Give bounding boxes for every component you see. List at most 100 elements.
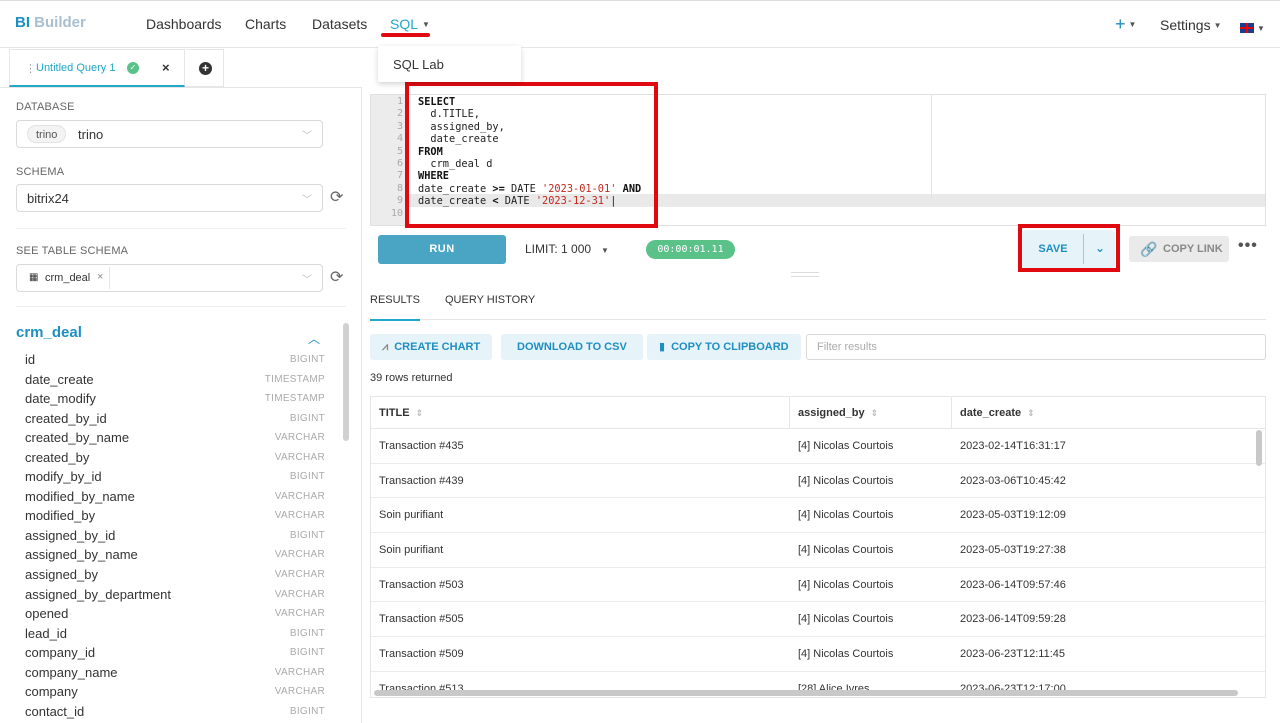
table-cell: Transaction #435 xyxy=(379,440,464,452)
column-header-title[interactable]: TITLE ⇕ xyxy=(379,407,423,419)
column-name: date_modify xyxy=(25,391,96,407)
editor-divider xyxy=(931,95,932,199)
column-list: id BIGINT date_create TIMESTAMP date_modify T… xyxy=(25,350,325,721)
scrollbar[interactable] xyxy=(343,323,349,441)
column-item[interactable]: date_modify TIMESTAMP xyxy=(25,389,325,409)
horizontal-scrollbar[interactable] xyxy=(374,690,1238,696)
table-row[interactable]: Transaction #503 [4] Nicolas Courtois 2023… xyxy=(371,568,1265,603)
tab-untitled-query[interactable]: ⋮ Untitled Query 1 ✓ × xyxy=(9,49,185,87)
nav-sql[interactable]: SQL ▼ xyxy=(390,16,430,32)
column-name: modify_by_id xyxy=(25,469,102,485)
column-item[interactable]: contact_id BIGINT xyxy=(25,702,325,722)
column-item[interactable]: modified_by_name VARCHAR xyxy=(25,487,325,507)
column-item[interactable]: company_id BIGINT xyxy=(25,643,325,663)
table-row[interactable]: Transaction #439 [4] Nicolas Courtois 2023… xyxy=(371,464,1265,499)
refresh-schema-icon[interactable]: ⟳ xyxy=(330,187,343,207)
vertical-scrollbar[interactable] xyxy=(1256,430,1262,466)
app-logo[interactable]: BI Builder xyxy=(15,14,86,31)
table-cell: Transaction #439 xyxy=(379,474,464,487)
column-header-assigned-by[interactable]: assigned_by ⇕ xyxy=(798,407,878,419)
more-options-icon[interactable]: ••• xyxy=(1238,237,1258,255)
save-highlight-box xyxy=(1018,224,1120,272)
column-item[interactable]: opened VARCHAR xyxy=(25,604,325,624)
column-item[interactable]: modify_by_id BIGINT xyxy=(25,467,325,487)
query-timer: 00:00:01.11 xyxy=(646,240,735,259)
run-button[interactable]: RUN xyxy=(378,235,506,264)
copy-clipboard-button[interactable]: ▮ COPY TO CLIPBOARD xyxy=(647,334,801,360)
result-tabs: RESULTS QUERY HISTORY xyxy=(370,286,1266,321)
schema-select[interactable]: bitrix24 ﹀ xyxy=(16,184,323,212)
divider xyxy=(951,397,952,429)
language-selector[interactable]: ▼ xyxy=(1240,19,1265,37)
column-item[interactable]: assigned_by_name VARCHAR xyxy=(25,545,325,565)
database-select[interactable]: trino trino ﹀ xyxy=(16,120,323,148)
table-row[interactable]: Transaction #509 [4] Nicolas Courtois 2023… xyxy=(371,637,1265,672)
column-item[interactable]: company_name VARCHAR xyxy=(25,663,325,683)
column-item[interactable]: created_by VARCHAR xyxy=(25,448,325,468)
column-item[interactable]: company VARCHAR xyxy=(25,682,325,702)
column-item[interactable]: created_by_id BIGINT xyxy=(25,409,325,429)
rows-returned-count: 39 rows returned xyxy=(370,372,453,384)
tab-results[interactable]: RESULTS xyxy=(370,294,420,321)
nav-charts[interactable]: Charts xyxy=(245,16,286,32)
column-type: VARCHAR xyxy=(274,588,325,600)
column-item[interactable]: assigned_by VARCHAR xyxy=(25,565,325,585)
column-item[interactable]: date_create TIMESTAMP xyxy=(25,370,325,390)
download-csv-button[interactable]: DOWNLOAD TO CSV xyxy=(501,334,643,360)
column-header-date-create[interactable]: date_create ⇕ xyxy=(960,407,1035,419)
nav-datasets[interactable]: Datasets xyxy=(312,16,367,32)
table-row[interactable]: Soin purifiant [4] Nicolas Courtois 2023-0… xyxy=(371,498,1265,534)
table-row[interactable]: Transaction #435 [4] Nicolas Courtois 2023… xyxy=(371,429,1265,464)
column-item[interactable]: id BIGINT xyxy=(25,350,325,370)
column-item[interactable]: assigned_by_department VARCHAR xyxy=(25,585,325,605)
chevron-up-icon[interactable]: ︿ xyxy=(308,330,320,347)
add-tab-button[interactable]: + xyxy=(186,49,224,87)
column-type: TIMESTAMP xyxy=(264,393,325,405)
table-cell: [4] Nicolas Courtois xyxy=(798,613,894,626)
column-type: VARCHAR xyxy=(274,686,325,698)
column-name: contact_id xyxy=(25,703,85,719)
settings-menu[interactable]: Settings ▼ xyxy=(1160,17,1222,33)
column-name: company_id xyxy=(25,645,96,661)
column-name: assigned_by_department xyxy=(25,586,171,602)
column-item[interactable]: created_by_name VARCHAR xyxy=(25,428,325,448)
column-name: modified_by_name xyxy=(25,488,135,504)
table-row[interactable]: Transaction #505 [4] Nicolas Courtois 2023… xyxy=(371,602,1265,638)
sort-icon: ⇕ xyxy=(1027,408,1035,418)
table-name[interactable]: crm_deal xyxy=(16,324,82,341)
column-name: company_name xyxy=(25,664,118,680)
line-number: 4 xyxy=(396,133,403,145)
close-tab-icon[interactable]: × xyxy=(162,60,170,75)
tab-query-history[interactable]: QUERY HISTORY xyxy=(445,294,535,306)
create-chart-button[interactable]: ⩘ CREATE CHART xyxy=(370,334,493,360)
copy-link-button[interactable]: 🔗 COPY LINK xyxy=(1129,236,1229,262)
limit-dropdown[interactable]: LIMIT: 1 000 ▼ xyxy=(525,242,609,256)
nav-dashboards[interactable]: Dashboards xyxy=(146,16,222,32)
column-name: assigned_by xyxy=(25,567,98,583)
line-number: 3 xyxy=(396,120,403,132)
column-type: VARCHAR xyxy=(274,432,325,444)
database-label: DATABASE xyxy=(16,101,75,113)
table-cell: 2023-06-14T09:59:28 xyxy=(960,613,1066,626)
remove-table-icon[interactable]: × xyxy=(97,271,103,283)
column-item[interactable]: lead_id BIGINT xyxy=(25,624,325,644)
divider xyxy=(109,267,110,289)
table-cell: Transaction #509 xyxy=(379,648,464,661)
new-item-button[interactable]: + ▼ xyxy=(1115,14,1136,35)
sort-icon: ⇕ xyxy=(870,408,879,418)
drag-handle-icon[interactable]: ⋮ xyxy=(25,62,36,75)
refresh-tables-icon[interactable]: ⟳ xyxy=(330,267,343,287)
filter-results-input[interactable] xyxy=(806,334,1266,360)
line-number: 6 xyxy=(396,158,403,169)
table-cell: 2023-05-03T19:12:09 xyxy=(960,509,1066,522)
column-item[interactable]: assigned_by_id BIGINT xyxy=(25,526,325,546)
column-item[interactable]: modified_by VARCHAR xyxy=(25,506,325,526)
resize-handle[interactable] xyxy=(791,272,819,277)
divider xyxy=(16,228,346,229)
menu-item-sql-lab[interactable]: SQL Lab xyxy=(393,57,444,72)
table-select[interactable]: ▦ crm_deal × ﹀ xyxy=(16,264,323,292)
table-row[interactable]: Soin purifiant [4] Nicolas Courtois 2023-0… xyxy=(371,533,1265,568)
table-cell: Soin purifiant xyxy=(379,509,444,522)
caret-down-icon: ▼ xyxy=(1257,24,1265,33)
database-value: trino xyxy=(78,127,104,142)
